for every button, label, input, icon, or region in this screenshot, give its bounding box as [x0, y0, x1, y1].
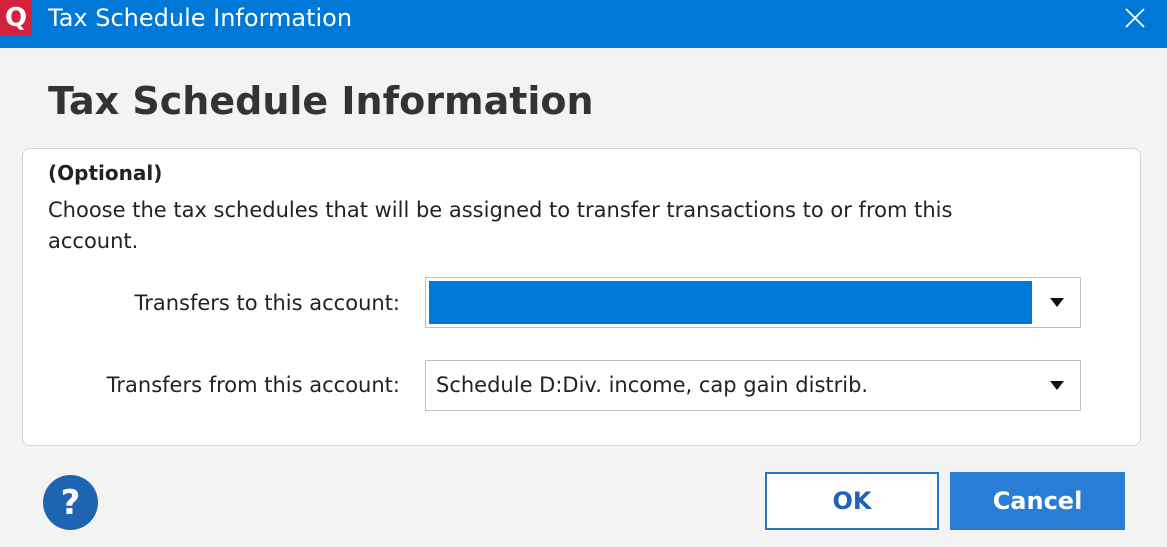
dropdown-arrow-button[interactable] [1034, 361, 1080, 410]
page-title: Tax Schedule Information [48, 79, 594, 123]
transfers-from-value: Schedule D:Div. income, cap gain distrib… [436, 373, 869, 397]
transfers-to-dropdown[interactable] [425, 277, 1081, 328]
chevron-down-icon [1050, 381, 1064, 390]
quicken-q-icon: Q [0, 0, 32, 35]
help-button[interactable]: ? [43, 475, 98, 530]
tax-schedule-panel: (Optional) Choose the tax schedules that… [22, 148, 1141, 446]
transfers-from-dropdown[interactable]: Schedule D:Div. income, cap gain distrib… [425, 360, 1081, 411]
close-button[interactable] [1103, 0, 1167, 36]
transfers-to-value [429, 281, 1032, 324]
description-text: Choose the tax schedules that will be as… [48, 198, 953, 253]
window-title: Tax Schedule Information [48, 4, 353, 32]
chevron-down-icon [1050, 298, 1064, 307]
help-icon: ? [60, 482, 81, 523]
close-icon [1125, 8, 1145, 28]
cancel-button[interactable]: Cancel [950, 472, 1125, 530]
transfers-to-label: Transfers to this account: [134, 291, 400, 315]
ok-button[interactable]: OK [765, 472, 939, 530]
title-bar: Q Tax Schedule Information [0, 0, 1167, 48]
dropdown-arrow-button[interactable] [1034, 278, 1080, 327]
optional-label: (Optional) [48, 161, 163, 185]
transfers-from-label: Transfers from this account: [106, 373, 400, 397]
